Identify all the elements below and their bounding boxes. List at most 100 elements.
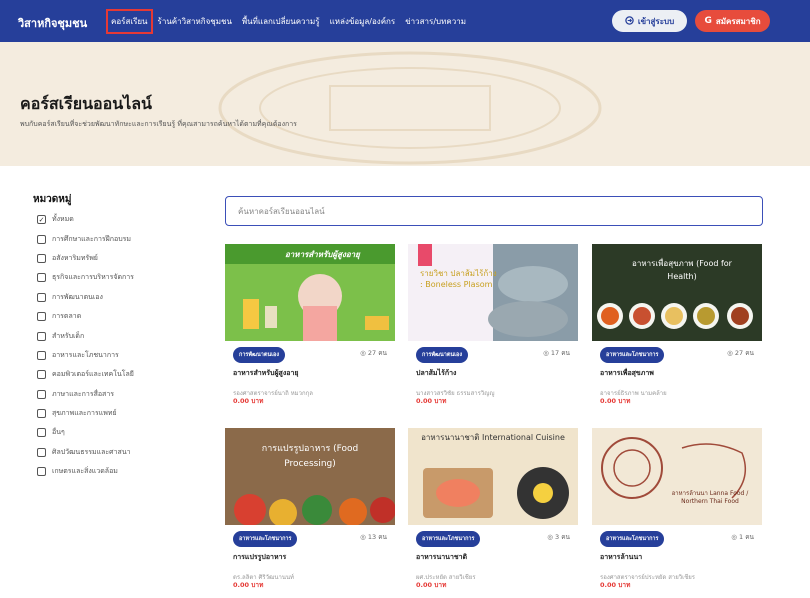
category-label: สำหรับเด็ก: [52, 331, 85, 340]
category-label: อื่นๆ: [52, 428, 65, 437]
course-thumbnail[interactable]: อาหารล้านนา Lanna Food / Northern Thai F…: [592, 428, 762, 525]
course-thumbnail[interactable]: อาหารนานาชาติ International Cuisine: [408, 428, 578, 525]
eye-icon: ◎: [727, 349, 735, 357]
eye-icon: ◎: [360, 533, 368, 541]
checkbox-icon[interactable]: [37, 370, 46, 380]
view-count: ◎ 3 คน: [547, 533, 570, 541]
category-label: ภาษาและการสื่อสาร: [52, 389, 115, 398]
course-title[interactable]: อาหารล้านนา: [600, 552, 642, 563]
course-price: 0.00 บาท: [233, 397, 264, 405]
checkbox-icon[interactable]: [37, 253, 46, 263]
course-title[interactable]: ปลาส้มไร้ก้าง: [416, 368, 456, 379]
category-label: สุขภาพและการแพทย์: [52, 409, 117, 418]
thumbnail-text: การแปรรูปอาหาร (Food Processing): [261, 444, 359, 470]
nav-item-shop[interactable]: ร้านค้าวิสาหกิจชุมชน: [153, 9, 237, 34]
login-label: เข้าสู่ระบบ: [637, 16, 675, 26]
category-label: เกษตรและสิ่งแวดล้อม: [52, 467, 118, 476]
category-item[interactable]: อสังหาริมทรัพย์: [37, 249, 134, 268]
course-thumbnail[interactable]: อาหารสำหรับผู้สูงอายุ: [225, 244, 395, 341]
category-item[interactable]: การศึกษาและการฝึกอบรม: [37, 229, 134, 248]
nav-item-resources[interactable]: แหล่งข้อมูล/องค์กร: [325, 9, 401, 34]
checkbox-icon[interactable]: [37, 409, 46, 419]
course-card[interactable]: การแปรรูปอาหาร (Food Processing) อาหารแล…: [225, 428, 395, 593]
category-badge: อาหารและโภชนาการ: [600, 347, 665, 363]
category-item[interactable]: สุขภาพและการแพทย์: [37, 404, 134, 423]
google-icon: G: [704, 16, 712, 26]
course-price: 0.00 บาท: [600, 581, 631, 589]
category-item[interactable]: ภาษาและการสื่อสาร: [37, 385, 134, 404]
checkbox-icon[interactable]: [37, 312, 46, 322]
checkbox-icon[interactable]: [37, 428, 46, 438]
eye-icon: ◎: [360, 349, 368, 357]
category-item[interactable]: สำหรับเด็ก: [37, 326, 134, 345]
nav-item-courses[interactable]: คอร์สเรียน: [106, 9, 153, 34]
course-card[interactable]: อาหารเพื่อสุขภาพ (Food for Health) อาหาร…: [592, 244, 762, 409]
course-price: 0.00 บาท: [416, 581, 447, 589]
page-subtitle: พบกับคอร์สเรียนที่จะช่วยพัฒนาทักษะและการ…: [20, 120, 297, 128]
category-label: อสังหาริมทรัพย์: [52, 253, 98, 262]
category-item[interactable]: ศิลปวัฒนธรรมและศาสนา: [37, 443, 134, 462]
course-card[interactable]: อาหารนานาชาติ International Cuisine อาหา…: [408, 428, 578, 593]
course-title[interactable]: อาหารเพื่อสุขภาพ: [600, 368, 654, 379]
category-item[interactable]: เกษตรและสิ่งแวดล้อม: [37, 462, 134, 481]
login-icon: [625, 15, 634, 27]
course-title[interactable]: การแปรรูปอาหาร: [233, 552, 286, 563]
top-navbar: วิสาหกิจชุมชน คอร์สเรียน ร้านค้าวิสาหกิจ…: [0, 0, 810, 42]
course-price: 0.00 บาท: [416, 397, 447, 405]
checkbox-icon[interactable]: [37, 467, 46, 477]
category-item-all[interactable]: ✓ ทั้งหมด: [37, 210, 134, 229]
category-label: อาหารและโภชนาการ: [52, 350, 119, 359]
checkbox-checked-icon[interactable]: ✓: [37, 215, 46, 225]
eye-icon: ◎: [543, 349, 551, 357]
checkbox-icon[interactable]: [37, 273, 46, 283]
category-item[interactable]: อาหารและโภชนาการ: [37, 346, 134, 365]
category-label: การพัฒนาตนเอง: [52, 292, 103, 301]
course-thumbnail[interactable]: รายวิชา ปลาส้มไร้ก้าง : Boneless Plasom: [408, 244, 578, 341]
category-badge: อาหารและโภชนาการ: [600, 531, 665, 547]
course-thumbnail[interactable]: การแปรรูปอาหาร (Food Processing): [225, 428, 395, 525]
brand-logo-text[interactable]: วิสาหกิจชุมชน: [18, 14, 87, 32]
category-item[interactable]: การตลาด: [37, 307, 134, 326]
category-heading: หมวดหมู่: [33, 194, 72, 205]
category-item[interactable]: คอมพิวเตอร์และเทคโนโลยี: [37, 365, 134, 384]
view-count: ◎ 17 คน: [543, 349, 570, 357]
watermark-seal: [218, 51, 602, 165]
checkbox-icon[interactable]: [37, 389, 46, 399]
course-card[interactable]: รายวิชา ปลาส้มไร้ก้าง : Boneless Plasom …: [408, 244, 578, 409]
course-title[interactable]: อาหารนานาชาติ: [416, 552, 467, 563]
checkbox-icon[interactable]: [37, 447, 46, 457]
course-title[interactable]: อาหารสำหรับผู้สูงอายุ: [233, 368, 299, 379]
category-badge: อาหารและโภชนาการ: [233, 531, 298, 547]
checkbox-icon[interactable]: [37, 234, 46, 244]
nav-item-news[interactable]: ข่าวสาร/บทความ: [400, 9, 471, 34]
checkbox-icon[interactable]: [37, 331, 46, 341]
view-count: ◎ 13 คน: [360, 533, 387, 541]
thumbnail-text: อาหารสำหรับผู้สูงอายุ: [285, 250, 360, 259]
checkbox-icon[interactable]: [37, 292, 46, 302]
nav-item-knowledge[interactable]: พื้นที่แลกเปลี่ยนความรู้: [237, 9, 325, 34]
course-price: 0.00 บาท: [233, 581, 264, 589]
register-label: สมัครสมาชิก: [715, 16, 761, 26]
page-title: คอร์สเรียนออนไลน์: [20, 94, 152, 113]
checkbox-icon[interactable]: [37, 350, 46, 360]
eye-icon: ◎: [547, 533, 555, 541]
category-label: ธุรกิจและการบริหารจัดการ: [52, 273, 134, 282]
course-card[interactable]: อาหารสำหรับผู้สูงอายุ การพัฒนาตนเอง ◎ 27…: [225, 244, 395, 409]
category-item[interactable]: ธุรกิจและการบริหารจัดการ: [37, 268, 134, 287]
register-button[interactable]: G สมัครสมาชิก: [695, 10, 770, 32]
thumbnail-text: รายวิชา ปลาส้มไร้ก้าง : Boneless Plasom: [420, 269, 497, 290]
course-card[interactable]: อาหารล้านนา Lanna Food / Northern Thai F…: [592, 428, 762, 593]
thumbnail-text: อาหารเพื่อสุขภาพ (Food for Health): [632, 259, 732, 281]
category-badge: การพัฒนาตนเอง: [416, 347, 469, 363]
category-label: ศิลปวัฒนธรรมและศาสนา: [52, 447, 131, 456]
login-button[interactable]: เข้าสู่ระบบ: [612, 10, 687, 32]
eye-icon: ◎: [731, 533, 739, 541]
category-label: การศึกษาและการฝึกอบรม: [52, 234, 132, 243]
course-thumbnail[interactable]: อาหารเพื่อสุขภาพ (Food for Health): [592, 244, 762, 341]
category-badge: การพัฒนาตนเอง: [233, 347, 286, 363]
category-badge: อาหารและโภชนาการ: [416, 531, 481, 547]
category-item[interactable]: อื่นๆ: [37, 423, 134, 442]
search-input[interactable]: ค้นหาคอร์สเรียนออนไลน์: [225, 196, 763, 226]
thumbnail-text: อาหารนานาชาติ International Cuisine: [421, 433, 565, 442]
category-item[interactable]: การพัฒนาตนเอง: [37, 288, 134, 307]
